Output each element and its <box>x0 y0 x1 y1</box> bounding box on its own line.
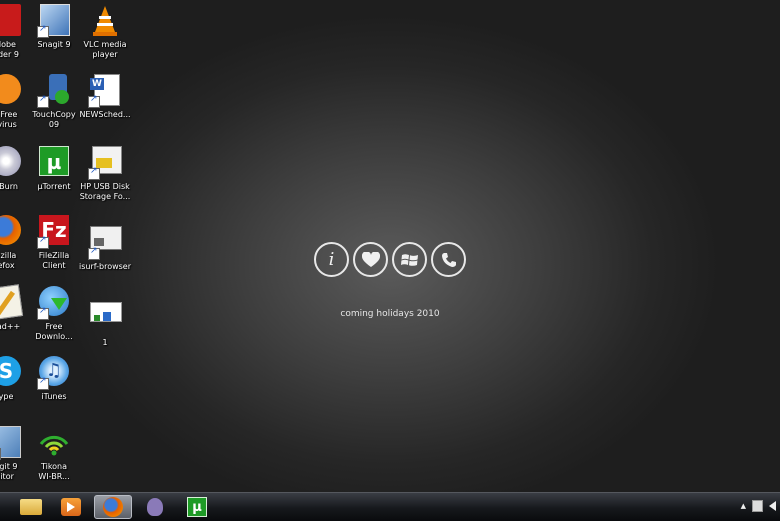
skype-icon: S <box>0 356 23 390</box>
media-player-icon <box>61 498 81 516</box>
shortcut-arrow-icon <box>37 24 49 38</box>
desktop-icon-hp-usb-disk[interactable]: HP USB Disk Storage Fo... <box>73 146 137 202</box>
vlc-cone-icon <box>88 4 122 38</box>
desktop-icon-isurf-browser[interactable]: isurf-browser <box>73 222 137 272</box>
snagit-editor-icon <box>0 426 23 460</box>
desktop-icon-newsched[interactable]: W NEWSched... <box>73 74 137 120</box>
desktop-icon-label: VLC media player <box>83 40 127 59</box>
desktop-icon-label: isurf-browser <box>78 262 132 271</box>
show-hidden-icons-button[interactable]: ▲ <box>741 502 746 510</box>
firefox-icon <box>103 497 123 517</box>
image-file-icon <box>88 302 122 336</box>
utorrent-glyph: µ <box>192 500 202 515</box>
shortcut-arrow-icon <box>88 246 100 260</box>
shortcut-arrow-icon <box>37 306 49 320</box>
shortcut-arrow-icon <box>37 376 49 390</box>
free-download-manager-icon <box>37 286 71 320</box>
isurf-browser-icon <box>88 226 122 260</box>
desktop-icon-label: iTunes <box>41 392 67 401</box>
utorrent-icon: µ <box>187 497 207 517</box>
desktop-icon-label: HP USB Disk Storage Fo... <box>79 182 131 201</box>
adobe-reader-icon <box>0 4 23 38</box>
taskbar-media-player-button[interactable] <box>52 495 90 519</box>
firefox-icon <box>0 215 23 249</box>
utorrent-glyph: µ <box>39 146 69 176</box>
desktop-icon-label: Tikona WI-BR... <box>38 462 70 481</box>
snagit-icon <box>37 4 71 38</box>
folder-icon <box>20 499 42 515</box>
desktop-icon-1[interactable]: 1 <box>73 296 137 348</box>
word-document-icon: W <box>88 74 122 108</box>
taskbar: µ ▲ <box>0 492 780 521</box>
taskbar-utorrent-button[interactable]: µ <box>178 495 216 519</box>
info-glyph: i <box>328 249 335 270</box>
wireless-signal-icon <box>37 426 71 460</box>
desktop-icon-vlc[interactable]: VLC media player <box>73 4 137 60</box>
shortcut-arrow-icon <box>0 448 1 460</box>
utorrent-icon: µ <box>37 146 71 180</box>
taskbar-firefox-button[interactable] <box>94 495 132 519</box>
shortcut-arrow-icon <box>88 166 100 180</box>
volume-icon[interactable] <box>769 501 776 511</box>
wallpaper-emblems: i <box>313 242 467 278</box>
notepad-plus-plus-icon <box>0 284 24 320</box>
itunes-icon: ♫ <box>37 356 71 390</box>
network-icon[interactable] <box>752 500 763 512</box>
desktop-icon-label: NEWSched... <box>79 110 131 119</box>
phone-icon <box>431 242 466 277</box>
desktop-icon-label: 1 <box>102 338 108 347</box>
shortcut-arrow-icon <box>37 235 49 249</box>
windows-logo-icon <box>392 242 427 277</box>
heart-icon <box>353 242 388 277</box>
avast-icon <box>0 74 23 108</box>
taskbar-pidgin-button[interactable] <box>136 495 174 519</box>
wallpaper-tagline: coming holidays 2010 <box>340 309 440 319</box>
filezilla-icon: Fz <box>37 215 71 249</box>
desktop-icon-tikona[interactable]: Tikona WI-BR... <box>22 426 86 482</box>
shortcut-arrow-icon <box>37 94 49 108</box>
pidgin-icon <box>147 498 163 516</box>
system-tray: ▲ <box>741 500 776 512</box>
info-icon: i <box>314 242 349 277</box>
taskbar-explorer-button[interactable] <box>12 495 50 519</box>
imgburn-disc-icon <box>0 146 23 180</box>
touchcopy-icon <box>37 74 71 108</box>
shortcut-arrow-icon <box>88 94 100 108</box>
hp-usb-tool-icon <box>88 146 122 180</box>
desktop-icon-itunes[interactable]: ♫ iTunes <box>22 356 86 402</box>
